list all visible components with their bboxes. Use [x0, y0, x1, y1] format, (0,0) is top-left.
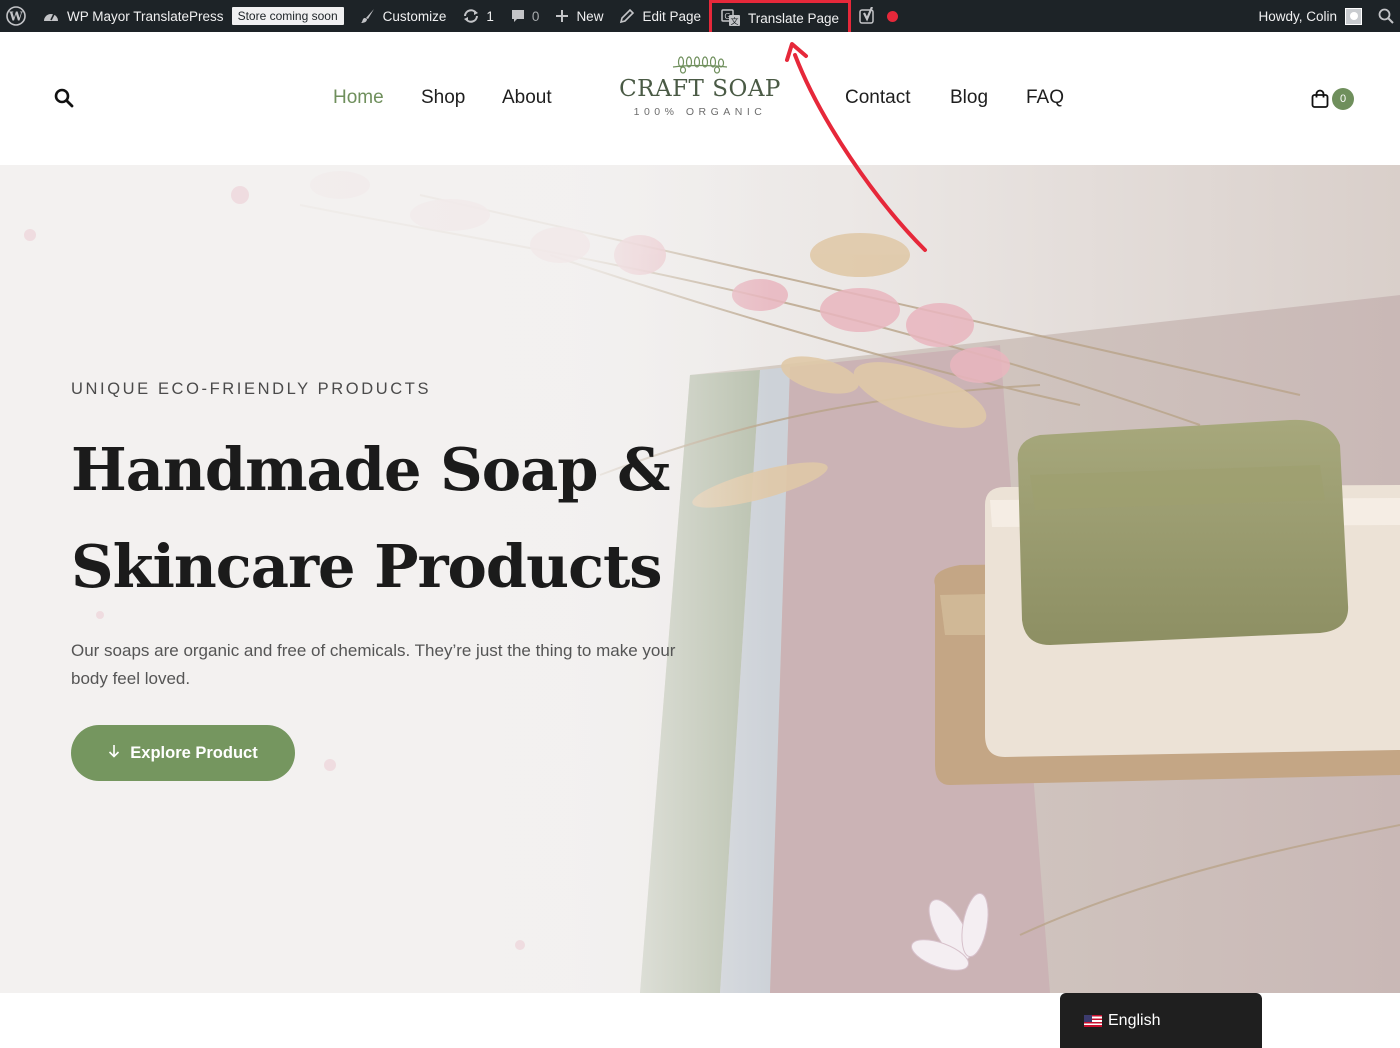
- svg-text:W: W: [8, 10, 23, 24]
- search-icon: [1378, 8, 1394, 24]
- updates-icon: [462, 8, 480, 24]
- my-account-menu[interactable]: Howdy, Colin: [1250, 0, 1370, 32]
- pencil-icon: [619, 8, 635, 24]
- hero-title-line-2: Skincare Products: [71, 532, 662, 601]
- translate-page-label: Translate Page: [748, 10, 840, 26]
- hero-title: Handmade Soap & Skincare Products: [71, 421, 711, 615]
- site-header: Home Shop About Contact Blog FAQ CRAFT S…: [0, 32, 1400, 165]
- new-content-menu[interactable]: New: [547, 0, 611, 32]
- shopping-bag-icon: [1311, 89, 1329, 108]
- svg-text:文: 文: [731, 16, 739, 26]
- translate-page-link[interactable]: G文 Translate Page: [709, 0, 852, 36]
- hero-description: Our soaps are organic and free of chemic…: [71, 641, 676, 688]
- updates-link[interactable]: 1: [454, 0, 502, 32]
- header-search-button[interactable]: [54, 88, 74, 113]
- hero-kicker: UNIQUE ECO-FRIENDLY PRODUCTS: [71, 380, 432, 398]
- comments-count: 0: [531, 8, 540, 24]
- translate-icon: G文: [721, 9, 741, 27]
- new-label: New: [576, 8, 604, 24]
- explore-product-button[interactable]: Explore Product: [71, 725, 295, 781]
- dashboard-icon: [42, 8, 60, 24]
- plus-icon: [555, 9, 569, 23]
- status-dot-icon: [887, 10, 899, 22]
- edit-page-link[interactable]: Edit Page: [611, 0, 709, 32]
- brush-icon: [360, 8, 376, 24]
- language-switcher[interactable]: English: [1060, 993, 1262, 1048]
- yoast-icon: [859, 7, 877, 25]
- site-name: WP Mayor TranslatePress: [67, 8, 224, 24]
- hero-section: UNIQUE ECO-FRIENDLY PRODUCTS Handmade So…: [0, 165, 1400, 993]
- language-label: English: [1108, 1011, 1161, 1029]
- site-logo[interactable]: CRAFT SOAP 100% ORGANIC: [610, 54, 790, 118]
- site-name-menu[interactable]: WP Mayor TranslatePress Store coming soo…: [34, 0, 352, 32]
- wordpress-logo-icon[interactable]: W: [0, 0, 34, 32]
- avatar: [1345, 7, 1362, 25]
- nav-contact[interactable]: Contact: [845, 87, 910, 109]
- edit-page-label: Edit Page: [642, 8, 701, 24]
- nav-faq[interactable]: FAQ: [1026, 87, 1064, 109]
- arrow-down-icon: [108, 744, 120, 763]
- logo-name: CRAFT SOAP: [619, 76, 781, 102]
- search-icon: [54, 88, 74, 108]
- nav-shop[interactable]: Shop: [421, 87, 465, 109]
- leaf-icon: [672, 56, 728, 74]
- nav-blog[interactable]: Blog: [950, 87, 988, 109]
- yoast-seo-menu[interactable]: [851, 0, 885, 32]
- cart-count-badge: 0: [1332, 88, 1354, 110]
- explore-product-label: Explore Product: [130, 743, 258, 762]
- us-flag-icon: [1084, 1014, 1102, 1027]
- seo-status-dot: [885, 0, 906, 32]
- admin-bar: W WP Mayor TranslatePress Store coming s…: [0, 0, 1400, 36]
- customize-link[interactable]: Customize: [352, 0, 455, 32]
- logo-tagline: 100% ORGANIC: [633, 106, 767, 118]
- hero-title-line-1: Handmade Soap &: [71, 435, 670, 504]
- comments-link[interactable]: 0: [502, 0, 548, 32]
- howdy-label: Howdy, Colin: [1258, 8, 1337, 24]
- updates-count: 1: [486, 8, 494, 24]
- comment-icon: [510, 8, 526, 24]
- admin-search[interactable]: [1370, 0, 1400, 32]
- customize-label: Customize: [382, 8, 447, 24]
- store-coming-soon-badge[interactable]: Store coming soon: [231, 7, 344, 25]
- cart-button[interactable]: 0: [1310, 87, 1354, 110]
- nav-about[interactable]: About: [502, 87, 552, 109]
- nav-home[interactable]: Home: [333, 87, 384, 109]
